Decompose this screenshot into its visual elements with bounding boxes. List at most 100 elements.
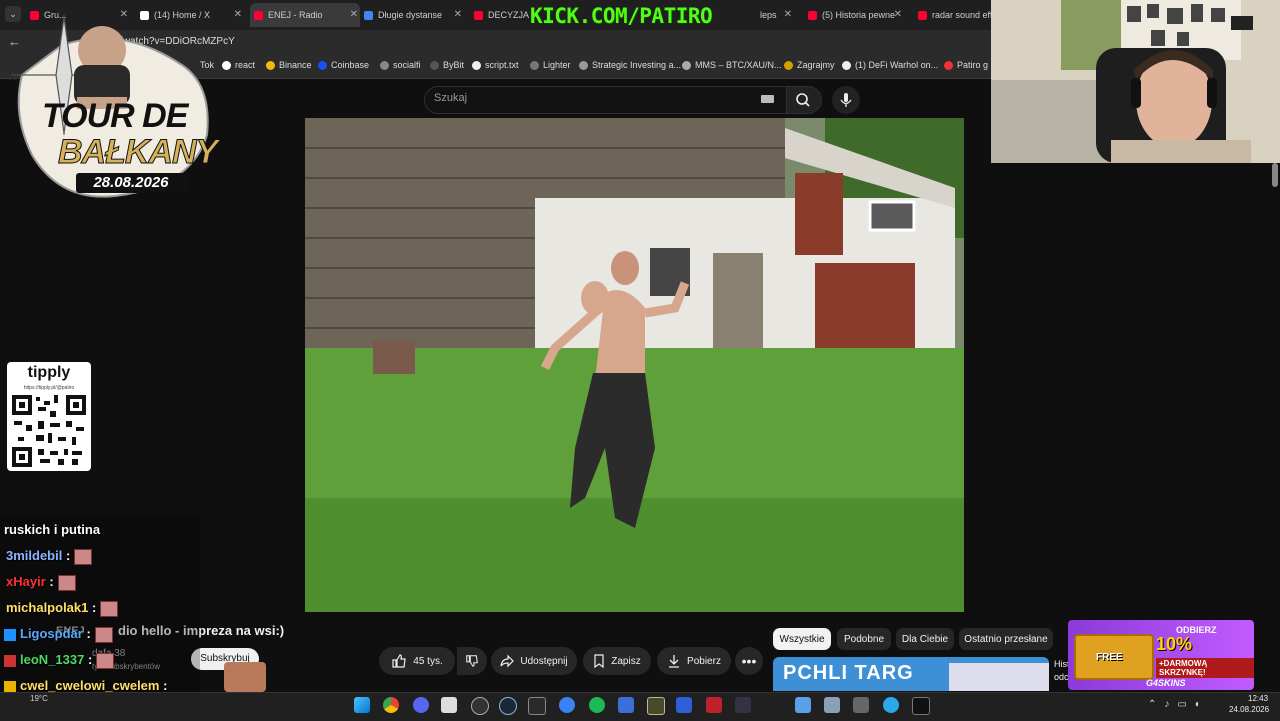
tab-item[interactable]: DECYZJA S (474, 3, 530, 27)
app-icon[interactable] (647, 697, 665, 715)
discord-icon[interactable] (413, 697, 429, 713)
app-icon[interactable] (618, 697, 634, 713)
webcam-feed (991, 0, 1280, 163)
chat-emote-icon (100, 600, 119, 617)
windows-start-icon[interactable] (354, 697, 370, 713)
more-dots-icon: ••• (741, 653, 757, 669)
tab-close-icon[interactable]: ✕ (894, 9, 902, 20)
bookmark-item[interactable]: ByBit (430, 60, 464, 70)
chat-username: leoN_1337 (20, 652, 85, 667)
chat-username: michalpolak1 (6, 600, 89, 615)
tab-item[interactable]: Długie dystanse ✕ (364, 3, 464, 27)
bookmark-item[interactable]: react (222, 60, 255, 70)
app-icon[interactable] (676, 697, 692, 713)
steam-icon[interactable] (499, 697, 517, 715)
bookmark-icon (594, 654, 604, 668)
bookmark-item[interactable]: Lighter (530, 60, 571, 70)
tab-close-icon[interactable]: ✕ (784, 9, 792, 20)
ccleaner-icon[interactable] (559, 697, 575, 713)
microphone-icon (840, 93, 852, 107)
logo-title-line1: TOUR DE (42, 97, 188, 135)
chat-badge-icon (4, 654, 16, 667)
clock-date[interactable]: 24.08.2026 (1229, 705, 1269, 714)
bookmark-icon (579, 60, 588, 70)
tab-favicon-icon (918, 10, 927, 20)
bookmark-item[interactable]: MMS – BTC/XAU/N... (682, 60, 782, 70)
voice-search-button[interactable] (832, 86, 860, 114)
chat-username: Ligospdar (20, 626, 83, 641)
chat-message: leoN_1337 : (4, 652, 115, 669)
tab-close-icon[interactable]: ✕ (350, 9, 358, 20)
video-frame (305, 118, 964, 612)
promo-free-label: FREE (1096, 652, 1123, 663)
windows-taskbar (0, 692, 1280, 721)
chat-emote-icon (96, 652, 115, 669)
chat-emote-icon (94, 626, 113, 643)
snipping-tool-icon[interactable] (441, 697, 457, 713)
bookmark-item[interactable]: Coinbase (318, 60, 369, 70)
search-input[interactable]: Szukaj (434, 92, 467, 104)
app-icon[interactable] (706, 697, 722, 713)
app-icon[interactable] (853, 697, 869, 713)
weather-temp: 19°C (30, 694, 48, 703)
obs-icon[interactable] (471, 697, 489, 715)
promo-line3: +DARMOWĄ SKRZYNKĘ! (1156, 658, 1254, 678)
chip-recently-uploaded[interactable]: Ostatnio przesłane (959, 628, 1053, 650)
tab-close-icon[interactable]: ✕ (234, 9, 242, 20)
spotify-icon[interactable] (589, 697, 605, 713)
tipply-title: tipply (27, 364, 71, 381)
qr-code-icon (12, 395, 86, 467)
chip-related[interactable]: Podobne (837, 628, 891, 650)
search-box[interactable] (424, 86, 788, 114)
chat-message: Ligospdar : (4, 626, 113, 643)
chat-username: 3mildebil (6, 548, 63, 563)
chat-message: ruskich i putina (4, 522, 100, 537)
chip-all[interactable]: Wszystkie (773, 628, 831, 650)
chip-for-you[interactable]: Dla Ciebie (896, 628, 954, 650)
chat-emote-icon (74, 548, 93, 565)
terminal-icon[interactable] (912, 697, 930, 715)
svg-text:W: W (7, 71, 18, 83)
notepad-icon[interactable] (795, 697, 811, 713)
bookmark-item[interactable]: Patiro g (944, 60, 988, 70)
tab-item[interactable]: leps ✕ (760, 3, 794, 27)
download-button[interactable]: Pobierz (657, 647, 731, 675)
x-logo-icon (842, 60, 851, 70)
tray-icons[interactable]: ⌃♪▭◐ (1148, 699, 1209, 710)
bookmark-item[interactable]: script.txt (472, 60, 519, 70)
share-button[interactable]: Udostępnij (491, 647, 577, 675)
thumbnail-shape (949, 663, 1049, 691)
thumbs-up-icon (392, 654, 406, 668)
keyboard-icon[interactable] (761, 95, 774, 103)
bookmark-item[interactable]: (1) DeFi Warhol on... (842, 60, 938, 70)
bookmark-icon (318, 60, 327, 70)
tab-item-active[interactable]: ENEJ - Radio ✕ (250, 3, 360, 27)
recommended-video-thumbnail[interactable]: PCHLI TARG (773, 657, 1049, 691)
chat-message: xHayir : (6, 574, 76, 591)
bookmark-item[interactable]: Strategic Investing a... (579, 60, 681, 70)
search-button[interactable] (786, 86, 822, 114)
bookmark-icon (266, 60, 275, 70)
bookmark-item[interactable]: Zagrajmy (784, 60, 835, 70)
logo-title-line2: BAŁKANY (57, 133, 218, 172)
page-scrollbar[interactable] (1272, 163, 1278, 187)
like-button[interactable]: 45 tys. (379, 647, 455, 675)
tab-item[interactable]: (5) Historia pewne ✕ (808, 3, 904, 27)
app-icon[interactable] (735, 697, 751, 713)
bookmark-icon (944, 60, 953, 70)
more-actions-button[interactable]: ••• (735, 647, 763, 675)
video-player[interactable] (305, 118, 964, 612)
promo-brand: G4SKINS (1146, 678, 1186, 688)
telegram-icon[interactable] (883, 697, 899, 713)
save-button[interactable]: Zapisz (583, 647, 651, 675)
app-icon[interactable] (824, 697, 840, 713)
search-icon (796, 93, 810, 107)
dislike-button[interactable] (457, 647, 487, 675)
tab-close-icon[interactable]: ✕ (454, 9, 462, 20)
chrome-icon[interactable] (383, 697, 399, 713)
clock-time[interactable]: 12:43 (1248, 694, 1268, 703)
bookmark-item[interactable]: Binance (266, 60, 312, 70)
tab-item[interactable]: radar sound effe (918, 3, 992, 27)
bookmark-item[interactable]: socialfi (380, 60, 421, 70)
app-icon[interactable] (528, 697, 546, 715)
